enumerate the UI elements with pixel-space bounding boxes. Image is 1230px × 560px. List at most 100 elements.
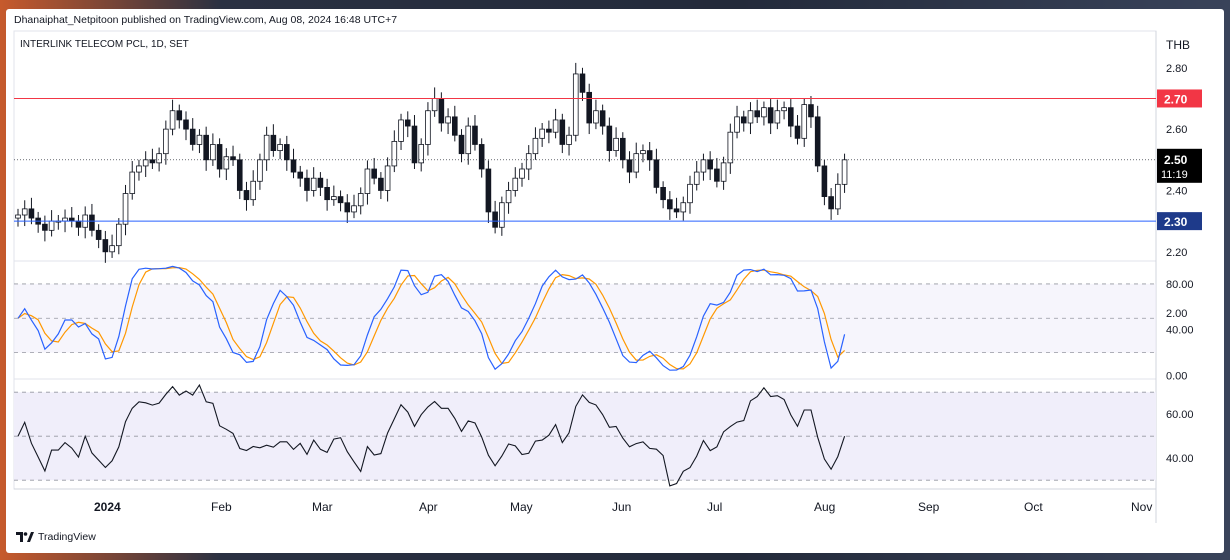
candle-down xyxy=(559,119,566,145)
candle-down xyxy=(740,116,747,124)
candle-down xyxy=(149,159,156,164)
candle-down xyxy=(794,125,801,139)
time-tick-label: Sep xyxy=(918,500,940,514)
candle-down xyxy=(478,144,485,170)
candle-down xyxy=(216,144,223,170)
candle-up xyxy=(505,190,512,204)
candle-down xyxy=(667,199,673,210)
candle-down xyxy=(828,196,834,210)
time-tick-label: Jul xyxy=(707,500,722,514)
candle-down xyxy=(788,107,794,127)
candle-down xyxy=(371,168,377,179)
candle-up xyxy=(163,128,169,155)
candle-up xyxy=(841,159,848,185)
candle-down xyxy=(714,168,720,182)
bar-countdown: 11:19 xyxy=(1161,169,1188,181)
price-tick-label: 2.80 xyxy=(1166,63,1187,75)
candle-up xyxy=(499,202,505,228)
candle-down xyxy=(472,125,478,145)
candle-up xyxy=(519,168,525,179)
candle-down xyxy=(646,150,653,161)
stoch-tick-label: 40.00 xyxy=(1166,325,1194,337)
candle-up xyxy=(532,137,539,155)
candle-down xyxy=(546,128,552,133)
candle-down xyxy=(586,91,592,124)
price-tick-label: 2.20 xyxy=(1166,247,1187,259)
candle-up xyxy=(277,144,283,151)
candle-up xyxy=(539,128,545,139)
resistance-price-label: 2.70 xyxy=(1164,92,1188,106)
candle-up xyxy=(116,223,122,247)
candle-up xyxy=(357,193,364,207)
candle-up xyxy=(727,131,734,164)
candle-up xyxy=(693,171,700,185)
candle-up xyxy=(566,134,572,145)
chart-card: Dhanaiphat_Netpitoon published on Tradin… xyxy=(6,9,1224,553)
candle-down xyxy=(183,119,189,130)
candle-down xyxy=(290,159,297,173)
time-tick-label: Nov xyxy=(1131,500,1152,514)
candle-up xyxy=(384,165,391,191)
candle-up xyxy=(310,177,317,191)
candle-up xyxy=(156,153,162,164)
candle-up xyxy=(223,156,230,170)
candle-up xyxy=(48,220,55,231)
candle-down xyxy=(660,186,666,201)
candle-up xyxy=(129,171,136,194)
candle-down xyxy=(230,156,236,161)
candle-down xyxy=(378,177,384,191)
candle-up xyxy=(774,110,781,124)
candle-up xyxy=(136,165,142,173)
price-tick-label: 2.00 xyxy=(1166,308,1187,320)
candle-up xyxy=(431,98,438,112)
candle-up xyxy=(210,144,216,161)
last-price-label: 2.50 xyxy=(1164,153,1188,167)
candle-down xyxy=(283,144,290,161)
candle-down xyxy=(606,125,613,151)
chart-svg[interactable]: INTERLINK TELECOM PCL, 1D, SET THB 2.80 2.6… xyxy=(6,9,1224,553)
candle-up xyxy=(250,180,257,201)
candle-down xyxy=(95,229,102,240)
time-tick-label: Mar xyxy=(312,500,333,514)
candle-up xyxy=(425,110,431,145)
stoch-tick-label: 80.00 xyxy=(1166,279,1194,291)
candle-up xyxy=(364,168,371,194)
candle-down xyxy=(243,190,250,201)
candle-up xyxy=(445,116,451,124)
candle-up xyxy=(465,125,472,155)
candle-down xyxy=(599,110,606,127)
time-tick-label: 2024 xyxy=(94,500,121,514)
rsi-tick-label: 60.00 xyxy=(1166,409,1194,421)
time-tick-label: Oct xyxy=(1024,500,1043,514)
candle-up xyxy=(331,196,337,201)
candle-up xyxy=(552,119,559,133)
candle-up xyxy=(781,107,787,112)
candle-down xyxy=(42,223,48,231)
symbol-title: INTERLINK TELECOM PCL, 1D, SET xyxy=(20,39,189,50)
candle-down xyxy=(75,220,82,228)
candle-down xyxy=(492,211,498,228)
candle-up xyxy=(687,183,693,204)
candle-down xyxy=(324,186,330,201)
candle-up xyxy=(15,214,21,219)
time-tick-label: Aug xyxy=(814,500,835,514)
candle-up xyxy=(398,119,404,142)
support-price-label: 2.30 xyxy=(1164,215,1188,229)
candle-up xyxy=(391,140,398,167)
candle-down xyxy=(102,239,109,253)
candle-down xyxy=(821,165,828,198)
tradingview-watermark[interactable]: TradingView xyxy=(16,531,96,543)
candle-up xyxy=(418,144,424,164)
candle-down xyxy=(814,116,821,167)
candle-up xyxy=(263,134,270,161)
candle-up xyxy=(169,110,176,130)
candle-down xyxy=(189,128,196,145)
time-tick-label: Feb xyxy=(211,500,232,514)
candle-up xyxy=(351,205,357,213)
candle-down xyxy=(176,110,183,121)
candle-down xyxy=(203,134,209,161)
rsi-tick-label: 40.00 xyxy=(1166,453,1194,465)
candle-down xyxy=(653,159,660,188)
price-tick-label: 2.40 xyxy=(1166,185,1187,197)
candle-up xyxy=(720,162,727,182)
